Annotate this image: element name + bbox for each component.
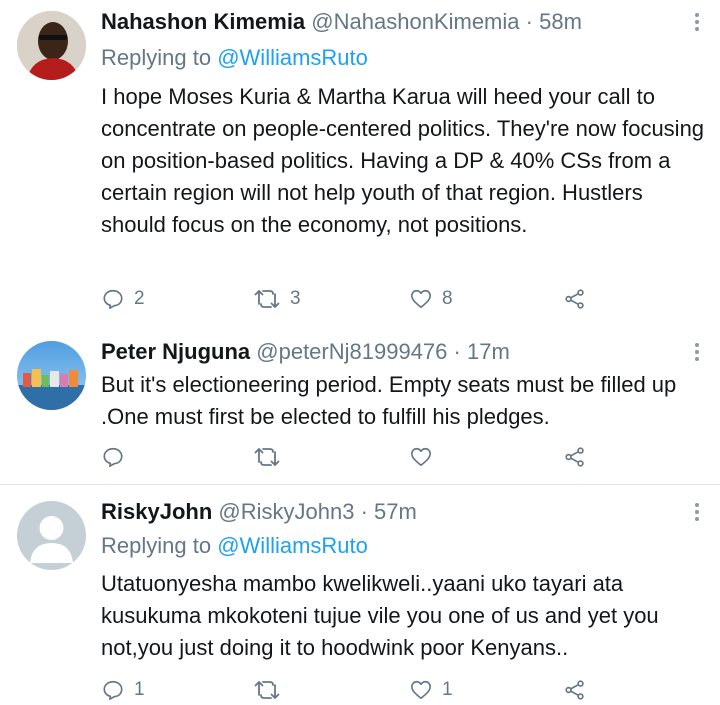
replying-to-link[interactable]: @WilliamsRuto (217, 533, 368, 558)
share-icon (565, 289, 584, 309)
tweet-header: Nahashon Kimemia @NahashonKimemia · 58m (101, 9, 582, 35)
retweet-button[interactable]: 3 (254, 286, 301, 312)
reply-count: 1 (134, 679, 145, 700)
tweet-text: Utatuonyesha mambo kwelikweli..yaani uko… (101, 571, 659, 660)
separator: · (525, 9, 533, 34)
divider (0, 484, 720, 485)
more-options-icon[interactable] (694, 343, 700, 364)
heart-icon (411, 447, 431, 467)
share-button[interactable] (564, 286, 586, 312)
user-handle[interactable]: @RiskyJohn3 (218, 499, 354, 524)
tweet-actions (100, 444, 600, 470)
replying-prefix: Replying to (101, 45, 212, 70)
reply-icon (103, 680, 123, 700)
timestamp[interactable]: 57m (374, 499, 417, 524)
retweet-count: 3 (290, 288, 301, 309)
tweet-header: RiskyJohn @RiskyJohn3 · 57m (101, 499, 417, 525)
tweet-1[interactable]: Nahashon Kimemia @NahashonKimemia · 58m … (0, 0, 720, 330)
user-handle[interactable]: @NahashonKimemia (311, 9, 519, 34)
replying-prefix: Replying to (101, 533, 212, 558)
retweet-icon (254, 448, 280, 466)
separator: · (360, 499, 368, 524)
share-icon (565, 680, 584, 700)
like-button[interactable]: 8 (410, 286, 453, 312)
display-name[interactable]: Nahashon Kimemia (101, 9, 305, 34)
retweet-icon (254, 681, 280, 699)
retweet-icon (254, 290, 280, 308)
share-button[interactable] (564, 444, 586, 470)
reply-button[interactable]: 2 (102, 286, 145, 312)
tweet-text: I hope Moses Kuria & Martha Karua will h… (101, 84, 705, 237)
like-button[interactable] (410, 444, 442, 470)
like-button[interactable]: 1 (410, 677, 453, 703)
heart-icon (411, 680, 431, 700)
default-profile-icon (17, 501, 86, 570)
more-options-icon[interactable] (694, 503, 700, 524)
tweet-2[interactable]: Peter Njuguna @peterNj81999476 · 17m But… (0, 330, 720, 480)
avatar[interactable] (17, 341, 86, 410)
display-name[interactable]: Peter Njuguna (101, 339, 250, 364)
share-icon (565, 447, 584, 467)
like-count: 1 (442, 679, 453, 700)
tweet-3[interactable]: RiskyJohn @RiskyJohn3 · 57m Replying to … (0, 488, 720, 705)
display-name[interactable]: RiskyJohn (101, 499, 212, 524)
tweet-text: But it's electioneering period. Empty se… (101, 372, 677, 429)
timestamp[interactable]: 17m (467, 339, 510, 364)
replying-to: Replying to @WilliamsRuto (101, 45, 368, 71)
separator: · (453, 339, 461, 364)
like-count: 8 (442, 288, 453, 309)
retweet-button[interactable] (254, 677, 290, 703)
replying-to: Replying to @WilliamsRuto (101, 533, 368, 559)
heart-icon (411, 289, 431, 309)
reply-icon (103, 447, 123, 467)
reply-count: 2 (134, 288, 145, 309)
tweet-header: Peter Njuguna @peterNj81999476 · 17m (101, 339, 510, 365)
replying-to-link[interactable]: @WilliamsRuto (217, 45, 368, 70)
tweet-actions: 1 1 (100, 677, 600, 703)
more-options-icon[interactable] (694, 13, 700, 34)
timestamp[interactable]: 58m (539, 9, 582, 34)
reply-button[interactable]: 1 (102, 677, 145, 703)
share-button[interactable] (564, 677, 586, 703)
user-handle[interactable]: @peterNj81999476 (256, 339, 447, 364)
retweet-button[interactable] (254, 444, 290, 470)
avatar[interactable] (17, 501, 86, 570)
tweet-actions: 2 3 8 (100, 286, 600, 312)
avatar[interactable] (17, 11, 86, 80)
reply-button[interactable] (102, 444, 134, 470)
reply-icon (103, 289, 123, 309)
